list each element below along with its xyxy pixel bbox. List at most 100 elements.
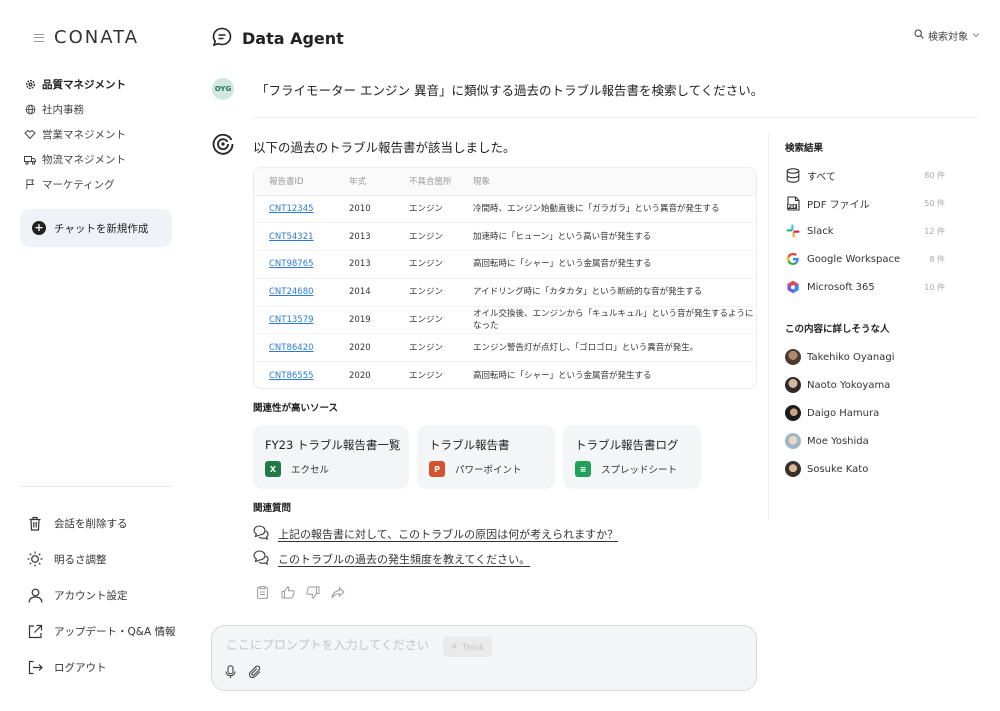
report-id-cell: CNT12345 bbox=[254, 195, 334, 224]
result-filter-all[interactable]: すべて 80 件 bbox=[785, 161, 965, 189]
prompt-input[interactable] bbox=[226, 638, 436, 652]
bottom-menu-label: アカウント設定 bbox=[54, 589, 128, 602]
prompt-composer: Think bbox=[211, 625, 757, 691]
slack-icon bbox=[785, 223, 801, 239]
truck-icon bbox=[24, 154, 36, 166]
result-count: 8 件 bbox=[929, 254, 945, 264]
result-filter-google[interactable]: Google Workspace 8 件 bbox=[785, 245, 965, 273]
brightness-button[interactable]: 明るさ調整 bbox=[26, 541, 186, 577]
result-filter-pdf[interactable]: PDF PDF ファイル 50 件 bbox=[785, 189, 965, 217]
globe-icon bbox=[24, 104, 36, 116]
trash-icon bbox=[26, 514, 44, 532]
new-chat-label: チャットを新規作成 bbox=[54, 222, 149, 235]
report-id-link[interactable]: CNT12345 bbox=[269, 204, 314, 214]
symptom-cell: 高回転時に「シャー」という金属音が発生する bbox=[458, 250, 756, 279]
expert-item[interactable]: Naoto Yokoyama bbox=[785, 371, 965, 399]
new-chat-button[interactable]: + チャットを新規作成 bbox=[20, 209, 172, 247]
result-filter-label: Google Workspace bbox=[807, 253, 901, 265]
table-row: CNT54321 2013 エンジン 加速時に「ヒューン」という高い音が発生する bbox=[254, 222, 756, 252]
sidebar-item-quality[interactable]: 品質マネジメント bbox=[24, 72, 184, 97]
sources-list: FY23 トラブル報告書一覧 X エクセル トラブル報告書 P パワーポイント … bbox=[253, 425, 701, 489]
chat-bubbles-icon bbox=[253, 550, 269, 568]
related-question[interactable]: このトラブルの過去の発生頻度を教えてください。 bbox=[253, 550, 530, 568]
result-count: 50 件 bbox=[924, 198, 945, 208]
agent-intro-text: 以下の過去のトラブル報告書が該当しました。 bbox=[253, 140, 516, 155]
delete-conversation-button[interactable]: 会話を削除する bbox=[26, 505, 186, 541]
source-title: FY23 トラブル報告書一覧 bbox=[265, 438, 401, 452]
app-logo: CONATA bbox=[54, 27, 140, 48]
report-id-link[interactable]: CNT54321 bbox=[269, 232, 314, 242]
user-icon bbox=[26, 586, 44, 604]
year-cell: 2019 bbox=[334, 306, 394, 335]
source-card[interactable]: トラブル報告書 P パワーポイント bbox=[417, 425, 555, 489]
search-target-dropdown[interactable]: 検索対象 bbox=[914, 28, 980, 43]
expert-item[interactable]: Takehiko Oyanagi bbox=[785, 343, 965, 371]
database-icon bbox=[785, 167, 801, 183]
microphone-icon[interactable] bbox=[222, 664, 238, 680]
source-type: P パワーポイント bbox=[429, 461, 543, 477]
experts-panel: この内容に詳しそうな人 Takehiko Oyanagi Naoto Yokoy… bbox=[785, 321, 965, 483]
copy-icon[interactable] bbox=[255, 585, 270, 600]
source-card[interactable]: FY23 トラブル報告書一覧 X エクセル bbox=[253, 425, 409, 489]
chat-bubbles-icon bbox=[253, 525, 269, 543]
table-row: CNT86555 2020 エンジン 高回転時に「シャー」という金属音が発生する bbox=[254, 362, 756, 388]
message-divider bbox=[253, 117, 980, 118]
right-panel-divider bbox=[768, 132, 769, 520]
location-cell: エンジン bbox=[394, 250, 458, 279]
year-cell: 2013 bbox=[334, 222, 394, 252]
expert-name: Sosuke Kato bbox=[807, 463, 869, 475]
expert-item[interactable]: Moe Yoshida bbox=[785, 427, 965, 455]
report-id-link[interactable]: CNT86420 bbox=[269, 343, 314, 353]
expert-item[interactable]: Daigo Hamura bbox=[785, 399, 965, 427]
handshake-icon bbox=[24, 129, 36, 141]
related-question[interactable]: 上記の報告書に対して、このトラブルの原因は何が考えられますか？ bbox=[253, 525, 618, 543]
account-settings-button[interactable]: アカウント設定 bbox=[26, 577, 186, 613]
updates-qa-link[interactable]: アップデート・Q&A 情報 bbox=[26, 613, 186, 649]
table-row: CNT98765 2013 エンジン 高回転時に「シャー」という金属音が発生する bbox=[254, 250, 756, 279]
thumbs-up-icon[interactable] bbox=[280, 585, 295, 600]
avatar bbox=[785, 461, 801, 477]
report-id-link[interactable]: CNT13579 bbox=[269, 315, 314, 325]
sidebar-nav: 品質マネジメント 社内事務 営業マネジメント 物流マネジメント マーケティング bbox=[24, 72, 184, 197]
table-header-row: 報告書ID 年式 不具合箇所 現象 bbox=[254, 168, 756, 196]
year-cell: 2020 bbox=[334, 333, 394, 363]
sidebar-item-sales[interactable]: 営業マネジメント bbox=[24, 122, 184, 147]
sidebar-item-office[interactable]: 社内事務 bbox=[24, 97, 184, 122]
think-toggle[interactable]: Think bbox=[443, 637, 492, 657]
report-id-link[interactable]: CNT86555 bbox=[269, 371, 314, 381]
expert-item[interactable]: Sosuke Kato bbox=[785, 455, 965, 483]
chat-bubble-icon bbox=[212, 27, 232, 50]
plus-icon: + bbox=[32, 221, 46, 235]
report-id-link[interactable]: CNT98765 bbox=[269, 259, 314, 269]
search-icon bbox=[914, 29, 924, 42]
menu-icon[interactable] bbox=[34, 33, 44, 42]
year-cell: 2013 bbox=[334, 250, 394, 279]
symptom-cell: オイル交換後、エンジンから「キュルキュル」という音が発生するようになった bbox=[458, 306, 756, 335]
result-filter-microsoft-365[interactable]: Microsoft 365 10 件 bbox=[785, 273, 965, 301]
column-header: 年式 bbox=[334, 168, 394, 196]
sidebar-item-logistics[interactable]: 物流マネジメント bbox=[24, 147, 184, 172]
page-header: Data Agent bbox=[212, 24, 344, 52]
table-row: CNT13579 2019 エンジン オイル交換後、エンジンから「キュルキュル」… bbox=[254, 306, 756, 335]
report-id-link[interactable]: CNT24680 bbox=[269, 287, 314, 297]
sidebar-item-marketing[interactable]: マーケティング bbox=[24, 172, 184, 197]
result-filter-label: Slack bbox=[807, 225, 834, 237]
logout-icon bbox=[26, 658, 44, 676]
paperclip-icon[interactable] bbox=[247, 664, 263, 680]
powerpoint-icon: P bbox=[429, 461, 445, 477]
share-icon[interactable] bbox=[330, 585, 345, 600]
thumbs-down-icon[interactable] bbox=[305, 585, 320, 600]
user-avatar: OYG bbox=[212, 78, 234, 100]
source-type-label: パワーポイント bbox=[455, 465, 522, 476]
sidebar-item-label: マーケティング bbox=[42, 179, 115, 191]
sources-heading: 関連性が高いソース bbox=[253, 403, 339, 414]
symptom-cell: 冷間時、エンジン始動直後に「ガラガラ」という異音が発生する bbox=[458, 195, 756, 224]
logout-button[interactable]: ログアウト bbox=[26, 649, 186, 685]
expert-name: Moe Yoshida bbox=[807, 435, 869, 447]
sidebar-item-label: 社内事務 bbox=[42, 104, 84, 116]
result-filter-slack[interactable]: Slack 12 件 bbox=[785, 217, 965, 245]
related-question-text: 上記の報告書に対して、このトラブルの原因は何が考えられますか？ bbox=[278, 528, 619, 541]
result-filter-label: PDF ファイル bbox=[807, 199, 870, 211]
source-card[interactable]: トラブル報告書ログ ≡ スプレッドシート bbox=[563, 425, 701, 489]
expert-name: Takehiko Oyanagi bbox=[807, 351, 895, 363]
